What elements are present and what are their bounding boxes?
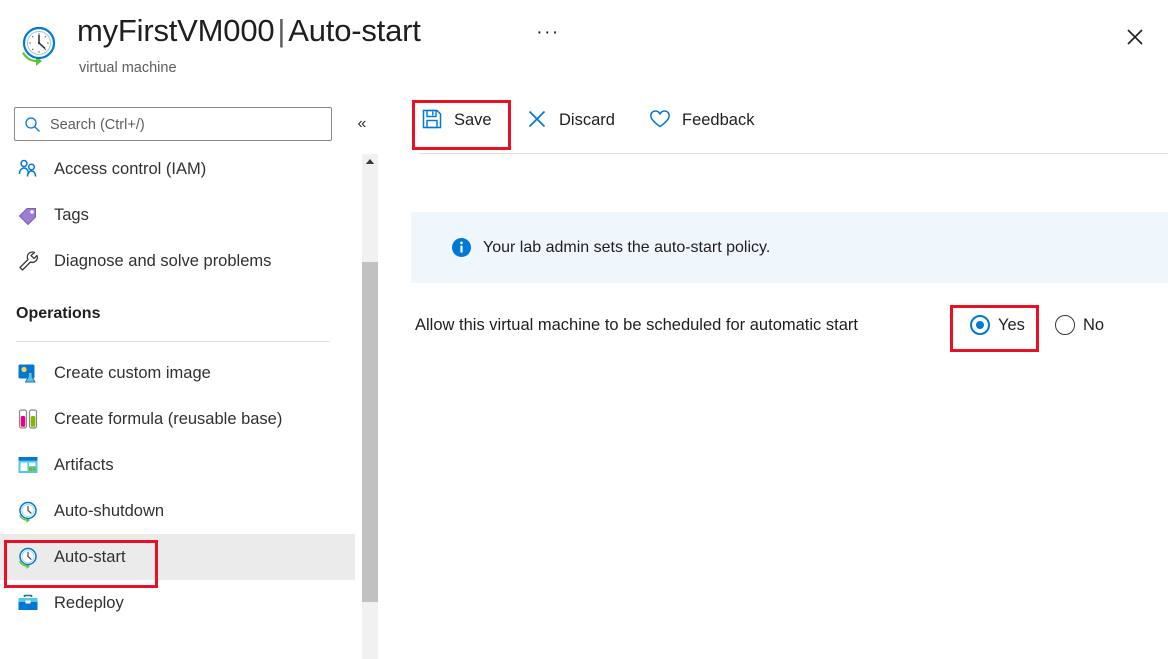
custom-image-icon xyxy=(16,361,40,385)
save-floppy-icon xyxy=(420,107,444,131)
command-bar-divider xyxy=(419,153,1168,154)
sidebar-item-create-formula[interactable]: Create formula (reusable base) xyxy=(0,396,355,442)
more-options-button[interactable]: ··· xyxy=(536,20,560,48)
sidebar-item-auto-shutdown[interactable]: Auto-shutdown xyxy=(0,488,355,534)
sidebar-item-tags[interactable]: Tags xyxy=(0,192,355,238)
sidebar-item-redeploy[interactable]: Redeploy xyxy=(0,580,355,626)
radio-yes-label: Yes xyxy=(998,316,1025,334)
auto-start-setting-label: Allow this virtual machine to be schedul… xyxy=(415,316,858,334)
page-title-section: Auto-start xyxy=(288,13,421,48)
sidebar-item-label: Create custom image xyxy=(54,364,211,382)
radio-no-label: No xyxy=(1083,316,1105,334)
info-icon xyxy=(451,237,472,258)
sidebar-item-label: Artifacts xyxy=(54,456,114,474)
sidebar-item-label: Create formula (reusable base) xyxy=(54,410,283,428)
main-content: Save Discard Feedback Your lab admin set… xyxy=(379,92,1168,659)
sidebar-item-diagnose[interactable]: Diagnose and solve problems xyxy=(0,238,355,284)
search-input[interactable] xyxy=(48,108,327,142)
page-header: myFirstVM000|Auto-start virtual machine … xyxy=(0,0,1168,92)
clock-icon xyxy=(16,545,40,569)
command-bar: Save Discard Feedback xyxy=(379,92,1168,157)
tag-icon xyxy=(16,203,40,227)
feedback-button-label: Feedback xyxy=(682,111,755,129)
search-icon xyxy=(24,116,41,133)
info-banner-text: Your lab admin sets the auto-start polic… xyxy=(483,239,771,256)
sidebar-item-artifacts[interactable]: Artifacts xyxy=(0,442,355,488)
sidebar-scrollbar[interactable] xyxy=(362,154,378,659)
sidebar-item-label: Diagnose and solve problems xyxy=(54,252,272,270)
wrench-icon xyxy=(16,249,40,273)
artifacts-icon xyxy=(16,453,40,477)
close-icon[interactable] xyxy=(1120,22,1150,52)
sidebar-divider xyxy=(16,341,330,342)
formula-icon xyxy=(16,407,40,431)
sidebar-item-label: Auto-start xyxy=(54,548,126,566)
discard-button-label: Discard xyxy=(559,111,615,129)
close-x-icon xyxy=(525,107,549,131)
info-banner: Your lab admin sets the auto-start polic… xyxy=(411,212,1168,283)
radio-no-indicator[interactable] xyxy=(1055,315,1075,335)
sidebar-item-create-custom-image[interactable]: Create custom image xyxy=(0,350,355,396)
clock-icon xyxy=(16,499,40,523)
sidebar-scrollbar-thumb[interactable] xyxy=(362,262,378,602)
page-title-resource: myFirstVM000 xyxy=(77,13,275,48)
scroll-up-arrow-icon[interactable] xyxy=(362,154,378,170)
page-title-separator: | xyxy=(277,13,286,48)
search-box[interactable] xyxy=(14,107,332,142)
radio-yes-indicator[interactable] xyxy=(970,315,990,335)
sidebar-item-label: Auto-shutdown xyxy=(54,502,165,520)
sidebar-item-access-control[interactable]: Access control (IAM) xyxy=(0,146,355,192)
people-icon xyxy=(16,157,40,181)
auto-start-clock-icon xyxy=(14,20,62,68)
sidebar-item-label: Access control (IAM) xyxy=(54,160,207,178)
page-title: myFirstVM000|Auto-start xyxy=(77,13,421,49)
save-button-label: Save xyxy=(454,111,492,129)
chevron-double-left-icon[interactable]: « xyxy=(350,112,374,136)
heart-icon xyxy=(648,107,672,131)
sidebar: « Access control (IAM) Tags Diag xyxy=(0,92,378,659)
sidebar-item-label: Redeploy xyxy=(54,594,124,612)
page-subtitle: virtual machine xyxy=(79,60,177,76)
toolbox-icon xyxy=(16,591,40,615)
sidebar-item-label: Tags xyxy=(54,206,89,224)
sidebar-item-auto-start[interactable]: Auto-start xyxy=(0,534,355,580)
sidebar-group-header-operations: Operations xyxy=(16,305,101,322)
